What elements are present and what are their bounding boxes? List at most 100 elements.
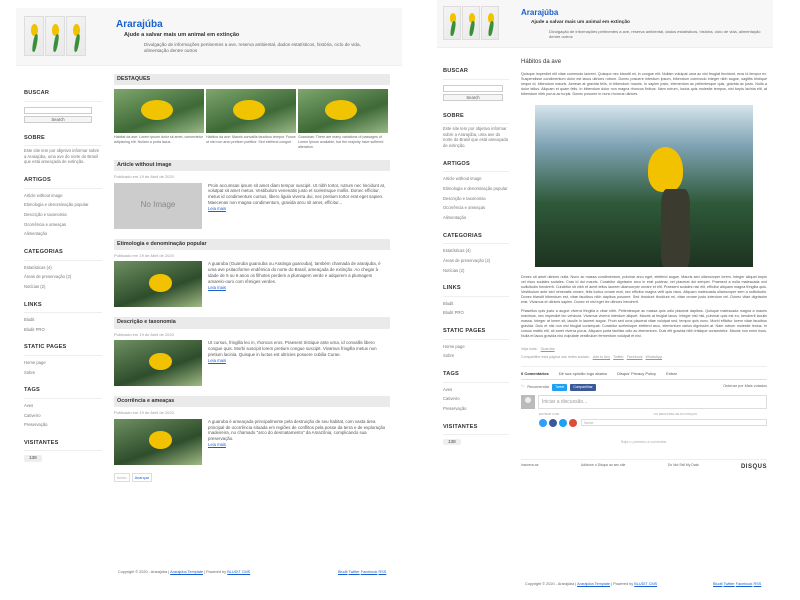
article-thumbnail[interactable]	[114, 418, 202, 465]
article-thumbnail[interactable]	[114, 261, 202, 308]
footer-link[interactable]: RSS	[379, 570, 387, 574]
sidebar-article-link[interactable]: Article without image	[24, 193, 102, 199]
static-page-link[interactable]: Sobre	[443, 353, 509, 359]
category-link[interactable]: Notícias (2)	[24, 284, 102, 290]
static-page-link[interactable]: Home page	[443, 344, 509, 350]
site-title[interactable]: Ararajúba	[116, 18, 163, 32]
tag-link[interactable]: Aves	[443, 387, 509, 393]
article-title[interactable]: Ocorrência e ameaças	[114, 395, 390, 408]
pager-next[interactable]: Avançar	[131, 472, 153, 482]
read-more-link[interactable]: Leia mais	[208, 285, 226, 290]
featured-item[interactable]: Habitat da ave: Lorem ipsum dolor sit am…	[114, 89, 204, 150]
google-icon[interactable]	[569, 418, 577, 427]
tab-comments[interactable]: 0 Comentários	[521, 371, 549, 376]
do-not-sell-link[interactable]: Do Not Sell My Data	[668, 463, 699, 471]
category-link[interactable]: Estatísticas (4)	[443, 248, 509, 254]
share-whatsapp-link[interactable]: WhatsApp	[646, 355, 663, 360]
footer-template-link[interactable]: Ararajúba Template	[170, 570, 203, 574]
add-disqus-link[interactable]: Adicione o Disqus ao seu site	[581, 463, 625, 471]
tag-link[interactable]: Cativeiro	[443, 396, 509, 402]
name-field[interactable]: Nome	[581, 418, 767, 426]
tab-opinion[interactable]: Dê sua opinião logo abaixo	[559, 371, 607, 376]
pager-prev[interactable]: Início	[114, 472, 130, 482]
article-thumbnail[interactable]	[114, 339, 202, 386]
category-link[interactable]: Estatísticas (4)	[24, 265, 102, 271]
footer-link[interactable]: Twitter	[724, 582, 735, 586]
sidebar-article-link[interactable]: Etimologia e denominação popular	[24, 202, 102, 208]
site-logo[interactable]	[24, 16, 86, 56]
external-link[interactable]: Bludit	[443, 301, 509, 307]
divider	[443, 171, 509, 173]
disqus-actions: ♡ Recomendar Tweet Compartilhar Ordenar …	[521, 383, 767, 391]
search-button[interactable]: Search	[24, 115, 92, 123]
featured-image[interactable]	[206, 89, 296, 134]
search-input[interactable]	[24, 106, 92, 114]
disqus-logo[interactable]: DISQUS	[741, 463, 767, 471]
comment-input[interactable]: Iniciar a discussão...	[538, 394, 767, 409]
sidebar-article-link[interactable]: Alimentação	[24, 231, 102, 237]
sidebar-article-link[interactable]: Alimentação	[443, 215, 509, 221]
sidebar-article-link[interactable]: Ocorrência e ameaças	[443, 205, 509, 211]
facebook-icon[interactable]	[549, 418, 557, 427]
share-facebook-link[interactable]: Facebook	[627, 355, 643, 360]
site-logo[interactable]	[443, 6, 499, 40]
category-link[interactable]: Áreas de preservação (2)	[443, 258, 509, 264]
featured-item[interactable]: Hábitos da ave: Mauris convallis faucibu…	[206, 89, 296, 150]
read-more-link[interactable]: Leia mais	[208, 206, 226, 211]
footer-template-link[interactable]: Ararajúba Template	[577, 582, 610, 586]
privacy-policy-link[interactable]: Disqus' Privacy Policy	[617, 371, 656, 376]
footer-link[interactable]: Facebook	[361, 570, 378, 574]
parrot-image	[45, 16, 65, 56]
category-link[interactable]: Áreas de preservação (2)	[24, 274, 102, 280]
article-title[interactable]: Descrição e taxonomia	[114, 317, 390, 329]
recommend-button[interactable]: Recomendar	[527, 385, 549, 390]
footer-link[interactable]: Facebook	[736, 582, 753, 586]
article-title[interactable]: Article without image	[114, 159, 390, 172]
sidebar-article-link[interactable]: Descrição e taxonomia	[24, 212, 102, 218]
read-more-link[interactable]: Leia mais	[208, 358, 226, 363]
footer-cms-link[interactable]: BLUDIT CMS	[227, 570, 250, 574]
external-link[interactable]: Bludit PRO	[443, 310, 509, 316]
tag-link[interactable]: Preservação	[443, 406, 509, 412]
static-page-link[interactable]: Sobre	[24, 370, 102, 376]
heart-icon[interactable]: ♡	[521, 385, 524, 390]
post-tag-link[interactable]: Guaruba	[541, 347, 555, 352]
footer-link[interactable]: Twitter	[349, 570, 360, 574]
featured-image[interactable]	[298, 89, 388, 134]
twitter-icon[interactable]	[559, 418, 567, 427]
category-link[interactable]: Notícias (2)	[443, 268, 509, 274]
subscribe-link[interactable]: Inscreva-se	[521, 463, 539, 471]
search-button[interactable]: Search	[443, 93, 503, 101]
site-title[interactable]: Ararajúba	[521, 8, 558, 19]
sidebar-article-link[interactable]: Ocorrência e ameaças	[24, 222, 102, 228]
share-addtoany-link[interactable]: Add to Any	[593, 355, 610, 360]
featured-item[interactable]: Guarubas: There are many variations of p…	[298, 89, 388, 150]
footer-link[interactable]: RSS	[754, 582, 762, 586]
sidebar-article-link[interactable]: Etimologia e denominação popular	[443, 186, 509, 192]
footer-powered: | Powered by	[204, 570, 227, 574]
login-button[interactable]: Entrar	[666, 371, 677, 376]
search-input[interactable]	[443, 84, 503, 92]
tag-link[interactable]: Preservação	[24, 422, 102, 428]
share-button[interactable]: Compartilhar	[570, 383, 596, 391]
tag-link[interactable]: Cativeiro	[24, 413, 102, 419]
footer-link[interactable]: Bludit	[713, 582, 723, 586]
static-page-link[interactable]: Home page	[24, 360, 102, 366]
disqus-icon[interactable]	[539, 418, 547, 427]
sidebar-article-link[interactable]: Article without image	[443, 176, 509, 182]
tweet-button[interactable]: Tweet	[552, 383, 568, 391]
external-link[interactable]: Bludit PRO	[24, 327, 102, 333]
tag-link[interactable]: Aves	[24, 403, 102, 409]
article-excerpt: Proin accumsan ipsum sit amet diam tempo…	[208, 182, 386, 206]
article-card: Ocorrência e ameaças Publicado em 19 de …	[114, 395, 390, 465]
footer-cms-link[interactable]: BLUDIT CMS	[634, 582, 657, 586]
share-twitter-link[interactable]: Twitter	[613, 355, 624, 360]
sidebar-article-link[interactable]: Descrição e taxonomia	[443, 196, 509, 202]
featured-image[interactable]	[114, 89, 204, 134]
sort-dropdown[interactable]: Ordenar por Mais votados	[723, 384, 767, 391]
footer-link[interactable]: Bludit	[338, 570, 348, 574]
article-title[interactable]: Etimologia e denominação popular	[114, 238, 390, 250]
divider	[443, 381, 509, 383]
external-link[interactable]: Bludit	[24, 317, 102, 323]
read-more-link[interactable]: Leia mais	[208, 442, 226, 447]
